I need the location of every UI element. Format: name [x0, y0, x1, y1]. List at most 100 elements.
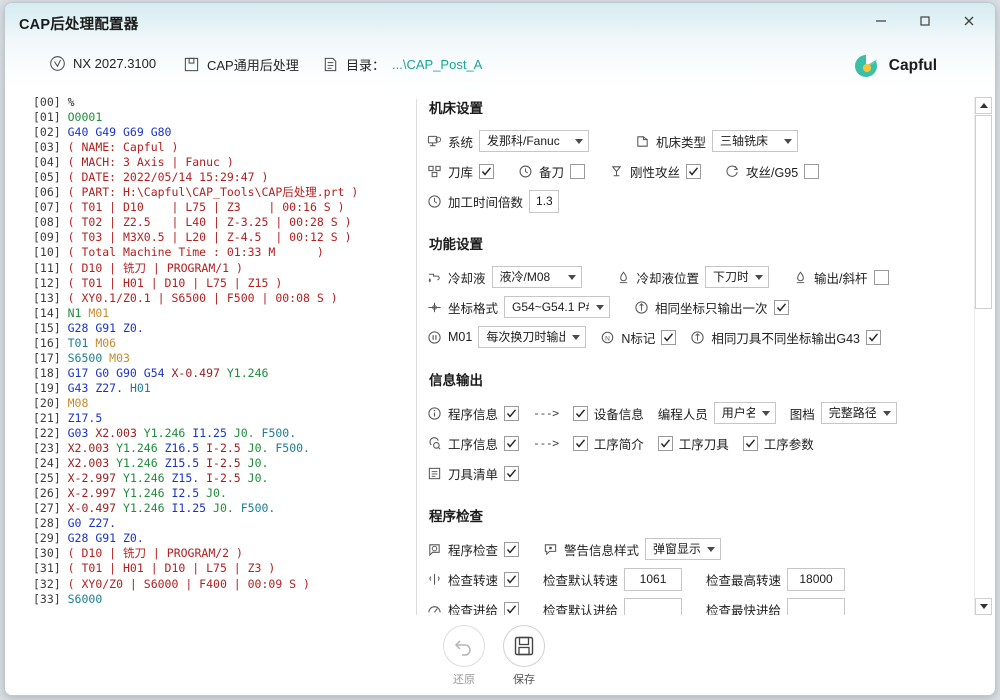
- feed-rate-icon: [427, 602, 442, 616]
- warn-style-select[interactable]: 弹窗显示: [645, 538, 722, 560]
- directory-path[interactable]: ...\CAP_Post_A: [392, 57, 482, 72]
- inspect-icon: [427, 542, 442, 557]
- same-tool-g43-checkbox[interactable]: [866, 329, 881, 345]
- scrollbar-thumb[interactable]: [975, 115, 992, 309]
- default-feed-input[interactable]: [624, 597, 683, 615]
- gcode-line: [30] ( D10 | 铣刀 | PROGRAM/2 ): [33, 546, 411, 561]
- warn-style-combo[interactable]: 弹窗显示: [645, 538, 722, 560]
- gcode-line-number: [03]: [33, 140, 68, 155]
- process-info-checkbox[interactable]: [504, 435, 520, 451]
- n-mark-checkbox[interactable]: [661, 329, 677, 345]
- coolant-position-combo[interactable]: 下刀时: [705, 266, 770, 288]
- check-feed-checkbox[interactable]: [504, 601, 520, 615]
- gcode-preview-panel[interactable]: [00] % [01] O0001 [02] G40 G49 G69 G80 [03]…: [33, 95, 411, 615]
- m01-combo[interactable]: 每次换刀时输出: [478, 326, 587, 348]
- list-icon: [427, 466, 442, 481]
- minimize-button[interactable]: [859, 3, 903, 39]
- spare-tool-label: 备刀: [539, 165, 565, 180]
- gcode-token: S6000: [67, 591, 103, 606]
- section-title-machine: 机床设置: [429, 101, 483, 116]
- program-info-checkbox[interactable]: [504, 405, 520, 421]
- coord-format-combo[interactable]: G54~G54.1 P#: [504, 296, 611, 318]
- gcode-token: ( Total Machine Time : 01:33 M ): [67, 245, 324, 260]
- field-tool-list: 刀具清单: [427, 464, 520, 483]
- row-tool-options: 刀库 备刀 刚性攻丝 攻丝/G95: [427, 156, 935, 186]
- gcode-token: I2.5: [171, 486, 207, 501]
- settings-scrollbar[interactable]: [974, 97, 992, 615]
- field-max-feed: 检查最快进给: [706, 597, 846, 615]
- directory-item[interactable]: 目录： ...\CAP_Post_A: [322, 55, 482, 74]
- gcode-token: X-2.997: [67, 486, 124, 501]
- process-param-checkbox[interactable]: [742, 435, 758, 451]
- drawing-combo[interactable]: 完整路径: [820, 402, 897, 424]
- system-select[interactable]: 发那科/Fanuc: [479, 130, 590, 152]
- drawing-select[interactable]: 完整路径: [820, 402, 897, 424]
- drawing-label: 图档: [789, 407, 815, 422]
- m01-label: M01: [448, 330, 473, 344]
- rigid-tap-checkbox[interactable]: [686, 163, 702, 179]
- same-coord-once-checkbox[interactable]: [773, 299, 789, 315]
- check-speed-checkbox[interactable]: [504, 571, 520, 587]
- gcode-line-number: [31]: [33, 561, 68, 576]
- coolant-combo[interactable]: 液冷/M08: [491, 266, 582, 288]
- program-check-checkbox[interactable]: [504, 541, 520, 557]
- programmer-select[interactable]: 用户名: [713, 402, 776, 424]
- max-speed-input[interactable]: [787, 567, 846, 591]
- m01-select[interactable]: 每次换刀时输出: [478, 326, 587, 348]
- field-coolant: 冷却液 液冷/M08: [427, 266, 582, 288]
- row-tool-list: 刀具清单: [427, 458, 935, 488]
- coordinate-icon: [427, 300, 442, 315]
- gcode-line-number: [18]: [33, 365, 68, 380]
- field-rigid-tap: 刚性攻丝: [609, 162, 702, 181]
- coolant-position-select[interactable]: 下刀时: [705, 266, 770, 288]
- gcode-token: Y1.246: [116, 456, 165, 471]
- time-factor-input[interactable]: [529, 189, 560, 213]
- max-feed-input[interactable]: [787, 597, 846, 615]
- default-speed-input[interactable]: [624, 567, 683, 591]
- gcode-token: G28 G91 Z0.: [67, 531, 144, 546]
- machine-type-combo[interactable]: 三轴铣床: [712, 130, 799, 152]
- gcode-line-number: [08]: [33, 215, 68, 230]
- gcode-line: [01] O0001: [33, 110, 411, 125]
- save-button[interactable]: 保存: [503, 625, 545, 687]
- page-title: CAP后处理配置器: [19, 17, 139, 33]
- machine-type-select[interactable]: 三轴铣床: [712, 130, 799, 152]
- tool-list-checkbox[interactable]: [504, 465, 520, 481]
- tool-magazine-checkbox[interactable]: [479, 163, 495, 179]
- gcode-line-number: [04]: [33, 155, 68, 170]
- warn-style-label: 警告信息样式: [564, 543, 640, 558]
- coord-format-select[interactable]: G54~G54.1 P#: [504, 296, 611, 318]
- gcode-line: [29] G28 G91 Z0.: [33, 531, 411, 546]
- gcode-token: G43 Z27.: [67, 380, 130, 395]
- process-brief-checkbox[interactable]: [572, 435, 588, 451]
- coolant-select[interactable]: 液冷/M08: [491, 266, 582, 288]
- scroll-up-button[interactable]: [975, 97, 992, 114]
- gcode-line: [19] G43 Z27. H01: [33, 381, 411, 396]
- scroll-down-button[interactable]: [975, 598, 992, 615]
- gcode-token: ( T03 | M3X0.5 | L20 | Z-4.5 | 00:12 S ): [67, 230, 352, 245]
- tap-g95-checkbox[interactable]: [804, 163, 820, 179]
- gcode-token: F500.: [240, 501, 276, 516]
- process-tool-checkbox[interactable]: [657, 435, 673, 451]
- undo-button[interactable]: 还原: [443, 625, 485, 687]
- system-combo[interactable]: 发那科/Fanuc: [479, 130, 590, 152]
- maximize-button[interactable]: [903, 3, 947, 39]
- gcode-line: [27] X-0.497 Y1.246 I1.25 J0. F500.: [33, 501, 411, 516]
- programmer-combo[interactable]: 用户名: [713, 402, 776, 424]
- close-button[interactable]: [947, 3, 991, 39]
- brand-name: Capful: [888, 57, 937, 74]
- repeat-once-icon: [634, 300, 649, 315]
- device-info-checkbox[interactable]: [572, 405, 588, 421]
- gcode-token: ( XY0/Z0 | S6000 | F400 | 00:09 S ): [67, 576, 310, 591]
- gcode-line-number: [12]: [33, 275, 68, 290]
- default-feed-label: 检查默认进给: [543, 603, 619, 616]
- panel-splitter[interactable]: [416, 99, 417, 615]
- time-factor-label: 加工时间倍数: [448, 195, 524, 210]
- section-info-output: 信息输出 程序信息 ---> 设备信息 编程人员 用户名 图档 完整路径 工序信…: [427, 369, 935, 488]
- post-processor-item[interactable]: CAP通用后处理: [183, 55, 299, 74]
- title-bar: CAP后处理配置器: [5, 3, 995, 41]
- field-drawing: 图档 完整路径: [790, 402, 897, 424]
- spare-tool-checkbox[interactable]: [570, 163, 586, 179]
- gcode-token: Y1.246: [123, 501, 172, 516]
- output-slash-checkbox[interactable]: [873, 269, 889, 285]
